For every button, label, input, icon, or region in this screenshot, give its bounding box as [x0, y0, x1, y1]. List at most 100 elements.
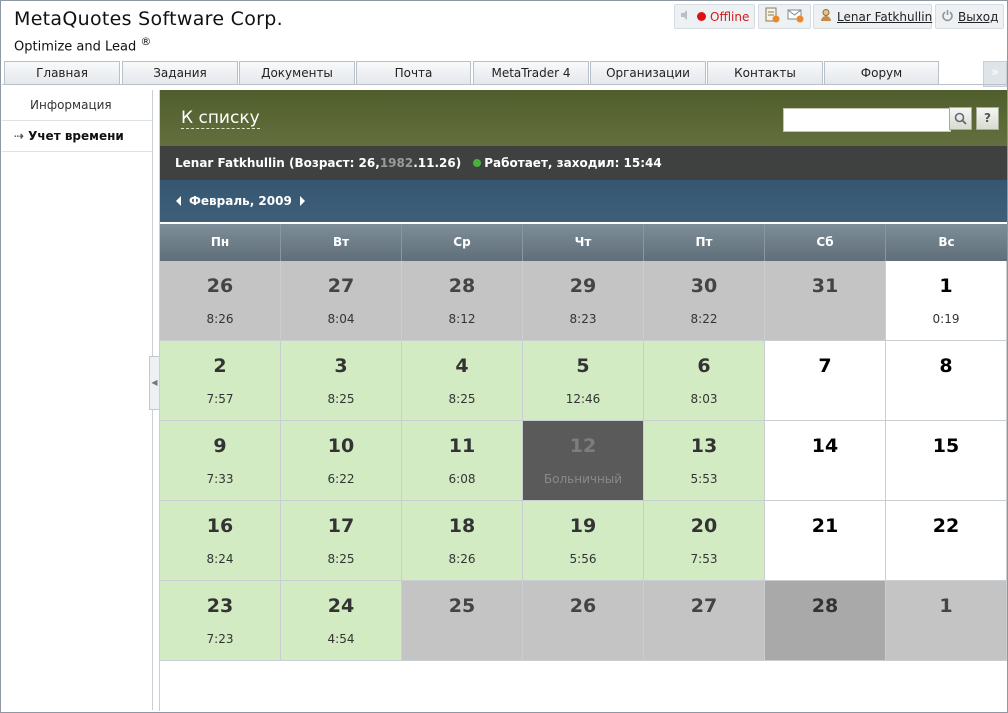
- calendar-day-cell[interactable]: 5 12:46: [523, 341, 644, 421]
- brand: MetaQuotes Software Corp. Optimize and L…: [14, 8, 283, 54]
- tab-metatrader[interactable]: MetaTrader 4: [473, 61, 589, 84]
- day-hours: Больничный: [543, 472, 623, 486]
- day-number: 31: [811, 275, 839, 297]
- day-number: 20: [690, 515, 718, 537]
- calendar-day-cell[interactable]: 3 8:25: [281, 341, 402, 421]
- search-input[interactable]: [783, 108, 951, 132]
- calendar-day-cell[interactable]: 2 7:57: [160, 341, 281, 421]
- day-number: 14: [811, 435, 839, 457]
- calendar-day-cell[interactable]: 27: [644, 581, 765, 661]
- calendar-day-cell[interactable]: 23 7:23: [160, 581, 281, 661]
- calendar-day-cell[interactable]: 11 6:08: [402, 421, 523, 501]
- tab-contacts[interactable]: Контакты: [707, 61, 823, 84]
- calendar-day-cell[interactable]: 21: [765, 501, 886, 581]
- calendar-day-cell[interactable]: 12 Больничный: [523, 421, 644, 501]
- day-hours: 6:08: [448, 472, 476, 486]
- day-number: 23: [206, 595, 234, 617]
- work-status: Работает, заходил: 15:44: [484, 156, 662, 170]
- day-number: 24: [327, 595, 355, 617]
- calendar-day-cell[interactable]: 15: [886, 421, 1007, 501]
- user-name-age: Lenar Fatkhullin (Возраст: 26,: [175, 156, 380, 170]
- day-number: 19: [569, 515, 597, 537]
- calendar-day-cell[interactable]: 16 8:24: [160, 501, 281, 581]
- day-hours: 8:04: [327, 312, 355, 326]
- day-hours: 8:25: [448, 392, 476, 406]
- calendar-day-cell[interactable]: 14: [765, 421, 886, 501]
- tab-organizations[interactable]: Организации: [590, 61, 706, 84]
- calendar-day-cell[interactable]: 4 8:25: [402, 341, 523, 421]
- tab-documents[interactable]: Документы: [239, 61, 355, 84]
- power-icon[interactable]: [941, 9, 954, 25]
- calendar-day-cell[interactable]: 18 8:26: [402, 501, 523, 581]
- calendar-day-cell[interactable]: 29 8:23: [523, 261, 644, 341]
- calendar-day-cell[interactable]: 20 7:53: [644, 501, 765, 581]
- day-hours: 5:56: [569, 552, 597, 566]
- calendar-day-cell[interactable]: 1 0:19: [886, 261, 1007, 341]
- new-task-icon[interactable]: [764, 7, 780, 26]
- calendar-day-cell[interactable]: 30 8:22: [644, 261, 765, 341]
- weekday-mon: Пн: [160, 224, 281, 261]
- calendar-day-cell[interactable]: 8: [886, 341, 1007, 421]
- new-mail-icon[interactable]: [787, 8, 804, 26]
- day-number: 16: [206, 515, 234, 537]
- back-to-list-link[interactable]: К списку: [181, 108, 260, 129]
- day-number: 1: [939, 275, 953, 297]
- exit-box: Выход: [935, 4, 1004, 29]
- user-name-link[interactable]: Lenar Fatkhullin: [837, 10, 932, 24]
- tasks-mail-box: [758, 4, 811, 29]
- day-number: 1: [939, 595, 953, 617]
- calendar-day-cell[interactable]: 24 4:54: [281, 581, 402, 661]
- calendar-day-cell[interactable]: 28 8:12: [402, 261, 523, 341]
- calendar-day-cell[interactable]: 22: [886, 501, 1007, 581]
- help-button[interactable]: ?: [976, 107, 999, 130]
- registered-mark: ®: [140, 35, 152, 48]
- day-number: 26: [206, 275, 234, 297]
- day-number: 5: [576, 355, 590, 377]
- weekday-wed: Ср: [402, 224, 523, 261]
- next-month-icon[interactable]: [299, 196, 305, 206]
- day-number: 12: [569, 435, 597, 457]
- calendar-day-cell[interactable]: 31: [765, 261, 886, 341]
- prev-month-icon[interactable]: [176, 196, 181, 206]
- tab-forum[interactable]: Форум: [824, 61, 939, 84]
- day-number: 25: [448, 595, 476, 617]
- tab-tasks[interactable]: Задания: [122, 61, 238, 84]
- calendar-day-cell[interactable]: 10 6:22: [281, 421, 402, 501]
- tab-mail[interactable]: Почта: [356, 61, 471, 84]
- calendar-day-cell[interactable]: 26 8:26: [160, 261, 281, 341]
- calendar-day-cell[interactable]: 17 8:25: [281, 501, 402, 581]
- month-navigator: Февраль, 2009: [160, 180, 1007, 222]
- calendar-day-cell[interactable]: 25: [402, 581, 523, 661]
- speaker-icon[interactable]: [680, 9, 693, 24]
- day-hours: 0:19: [932, 312, 960, 326]
- day-number: 21: [811, 515, 839, 537]
- day-number: 28: [811, 595, 839, 617]
- calendar-day-cell[interactable]: 6 8:03: [644, 341, 765, 421]
- birth-date-rest: .11.26): [413, 156, 462, 170]
- exit-link[interactable]: Выход: [958, 10, 998, 24]
- calendar-day-cell[interactable]: 19 5:56: [523, 501, 644, 581]
- day-number: 17: [327, 515, 355, 537]
- day-number: 2: [213, 355, 227, 377]
- day-hours: 8:26: [448, 552, 476, 566]
- calendar-day-cell[interactable]: 27 8:04: [281, 261, 402, 341]
- sidebar-item-info[interactable]: Информация: [2, 90, 152, 121]
- day-number: 7: [818, 355, 832, 377]
- sidebar-item-time-tracking[interactable]: ⇢ Учет времени: [2, 121, 152, 152]
- calendar-day-cell[interactable]: 9 7:33: [160, 421, 281, 501]
- tab-home[interactable]: Главная: [4, 61, 120, 84]
- day-hours: 7:53: [690, 552, 718, 566]
- search-button[interactable]: [949, 107, 972, 130]
- status-label[interactable]: Offline: [710, 10, 749, 24]
- day-number: 11: [448, 435, 476, 457]
- calendar-weekdays: Пн Вт Ср Чт Пт Сб Вс: [160, 224, 1007, 261]
- day-number: 18: [448, 515, 476, 537]
- calendar-day-cell[interactable]: 26: [523, 581, 644, 661]
- calendar-day-cell[interactable]: 13 5:53: [644, 421, 765, 501]
- calendar-day-cell[interactable]: 28: [765, 581, 886, 661]
- user-icon: [819, 8, 833, 25]
- calendar-day-cell[interactable]: 7: [765, 341, 886, 421]
- calendar-day-cell[interactable]: 1: [886, 581, 1007, 661]
- status-box: Offline: [674, 4, 755, 29]
- day-number: 8: [939, 355, 953, 377]
